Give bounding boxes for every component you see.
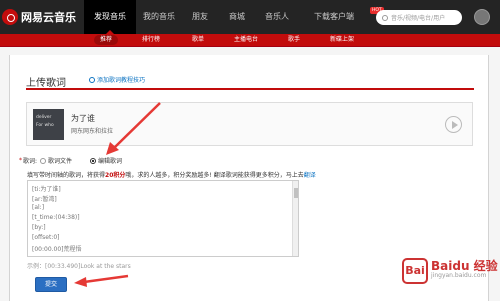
user-avatar[interactable] <box>474 9 490 25</box>
page-title: 上传歌词 <box>26 78 66 89</box>
lyric-line: [ti:为了谁] <box>32 186 61 193</box>
lyrics-textarea[interactable]: [ti:为了谁] [ar:暂湾] [al:] [t_time:(04:38)] … <box>27 180 299 257</box>
search-input[interactable]: 音乐/视频/电台/用户 <box>376 10 462 25</box>
help-icon <box>89 76 95 83</box>
tips-link-label: 添加歌词教程技巧 <box>97 77 146 84</box>
brand-name: 网易云音乐 <box>21 11 76 24</box>
points-reward: 20积分 <box>105 172 126 179</box>
top-nav-bar: 网易云音乐 发现音乐 我的音乐 朋友 商城 音乐人 下载客户端 HOT 音乐/视… <box>0 0 500 34</box>
baidu-jingyan-watermark: Bai Baidu 经验 jingyan.baidu.com <box>402 258 498 284</box>
song-title: 为了谁 <box>71 114 95 123</box>
lyric-label: 歌词: <box>23 158 38 165</box>
search-placeholder: 音乐/视频/电台/用户 <box>391 15 446 22</box>
subnav-radio[interactable]: 主播电台 <box>228 35 264 45</box>
watermark-url: jingyan.baidu.com <box>431 272 487 279</box>
radio-edit-lyrics-label[interactable]: 编辑歌词 <box>98 156 122 165</box>
lyric-line: [offset:0] <box>32 234 60 241</box>
song-card: deliver For who 为了谁 网东网东和拉拉 <box>26 102 473 146</box>
nav-musician[interactable]: 音乐人 <box>256 0 298 34</box>
nav-mall[interactable]: 商城 <box>218 0 256 34</box>
search-icon <box>382 14 388 21</box>
netease-music-logo-icon <box>2 9 18 25</box>
title-divider <box>26 88 474 90</box>
lyric-line: [by:] <box>32 224 46 231</box>
song-artist: 网东网东和拉拉 <box>71 128 114 135</box>
cover-text-1: deliver <box>36 115 52 120</box>
logo[interactable]: 网易云音乐 <box>0 6 76 28</box>
lyric-line: [al:] <box>32 204 45 211</box>
nav-friends[interactable]: 朋友 <box>182 0 218 34</box>
subnav-playlists[interactable]: 歌单 <box>186 35 210 45</box>
lyric-line: [t_time:(04:38)] <box>32 214 80 221</box>
submit-button[interactable]: 提交 <box>35 277 67 292</box>
subnav-charts[interactable]: 排行榜 <box>136 35 166 45</box>
textarea-scrollbar[interactable] <box>292 181 298 256</box>
radio-lyric-file-label[interactable]: 歌词文件 <box>48 156 72 165</box>
cover-text-2: For who <box>36 123 54 128</box>
lyric-instruction: 填写带时间轴的歌词，将获得20积分哦，求的人越多，积分奖励越多! 翻译歌词能获得… <box>27 172 316 179</box>
subnav-recommend[interactable]: 推荐 <box>94 35 119 45</box>
subnav-artists[interactable]: 歌手 <box>282 35 306 45</box>
lyric-line: [00:00.00]荒程悟 <box>32 246 82 253</box>
radio-edit-lyrics[interactable] <box>90 157 97 164</box>
tips-link[interactable]: 添加歌词教程技巧 <box>89 75 145 84</box>
lyric-mode-row: * 歌词: 歌词文件 编辑歌词 <box>19 156 123 165</box>
sub-nav-bar: 推荐 排行榜 歌单 主播电台 歌手 新碟上架 <box>0 34 500 47</box>
nav-my-music[interactable]: 我的音乐 <box>136 0 182 34</box>
watermark-logo: Bai <box>402 258 428 284</box>
album-cover: deliver For who <box>33 109 64 140</box>
radio-lyric-file[interactable] <box>40 157 47 164</box>
subnav-new-albums[interactable]: 新碟上架 <box>324 35 360 45</box>
watermark-title: Baidu 经验 <box>431 259 498 273</box>
lyric-line: [ar:暂湾] <box>32 196 57 203</box>
scrollbar-thumb[interactable] <box>294 188 298 198</box>
nav-discover-music[interactable]: 发现音乐 <box>84 0 136 34</box>
play-button[interactable] <box>445 116 462 133</box>
example-text: 示例：[00:33.490]Look at the stars <box>27 263 131 270</box>
nav-download-client[interactable]: 下载客户端 <box>302 0 366 34</box>
translate-link[interactable]: 翻译 <box>304 172 316 179</box>
